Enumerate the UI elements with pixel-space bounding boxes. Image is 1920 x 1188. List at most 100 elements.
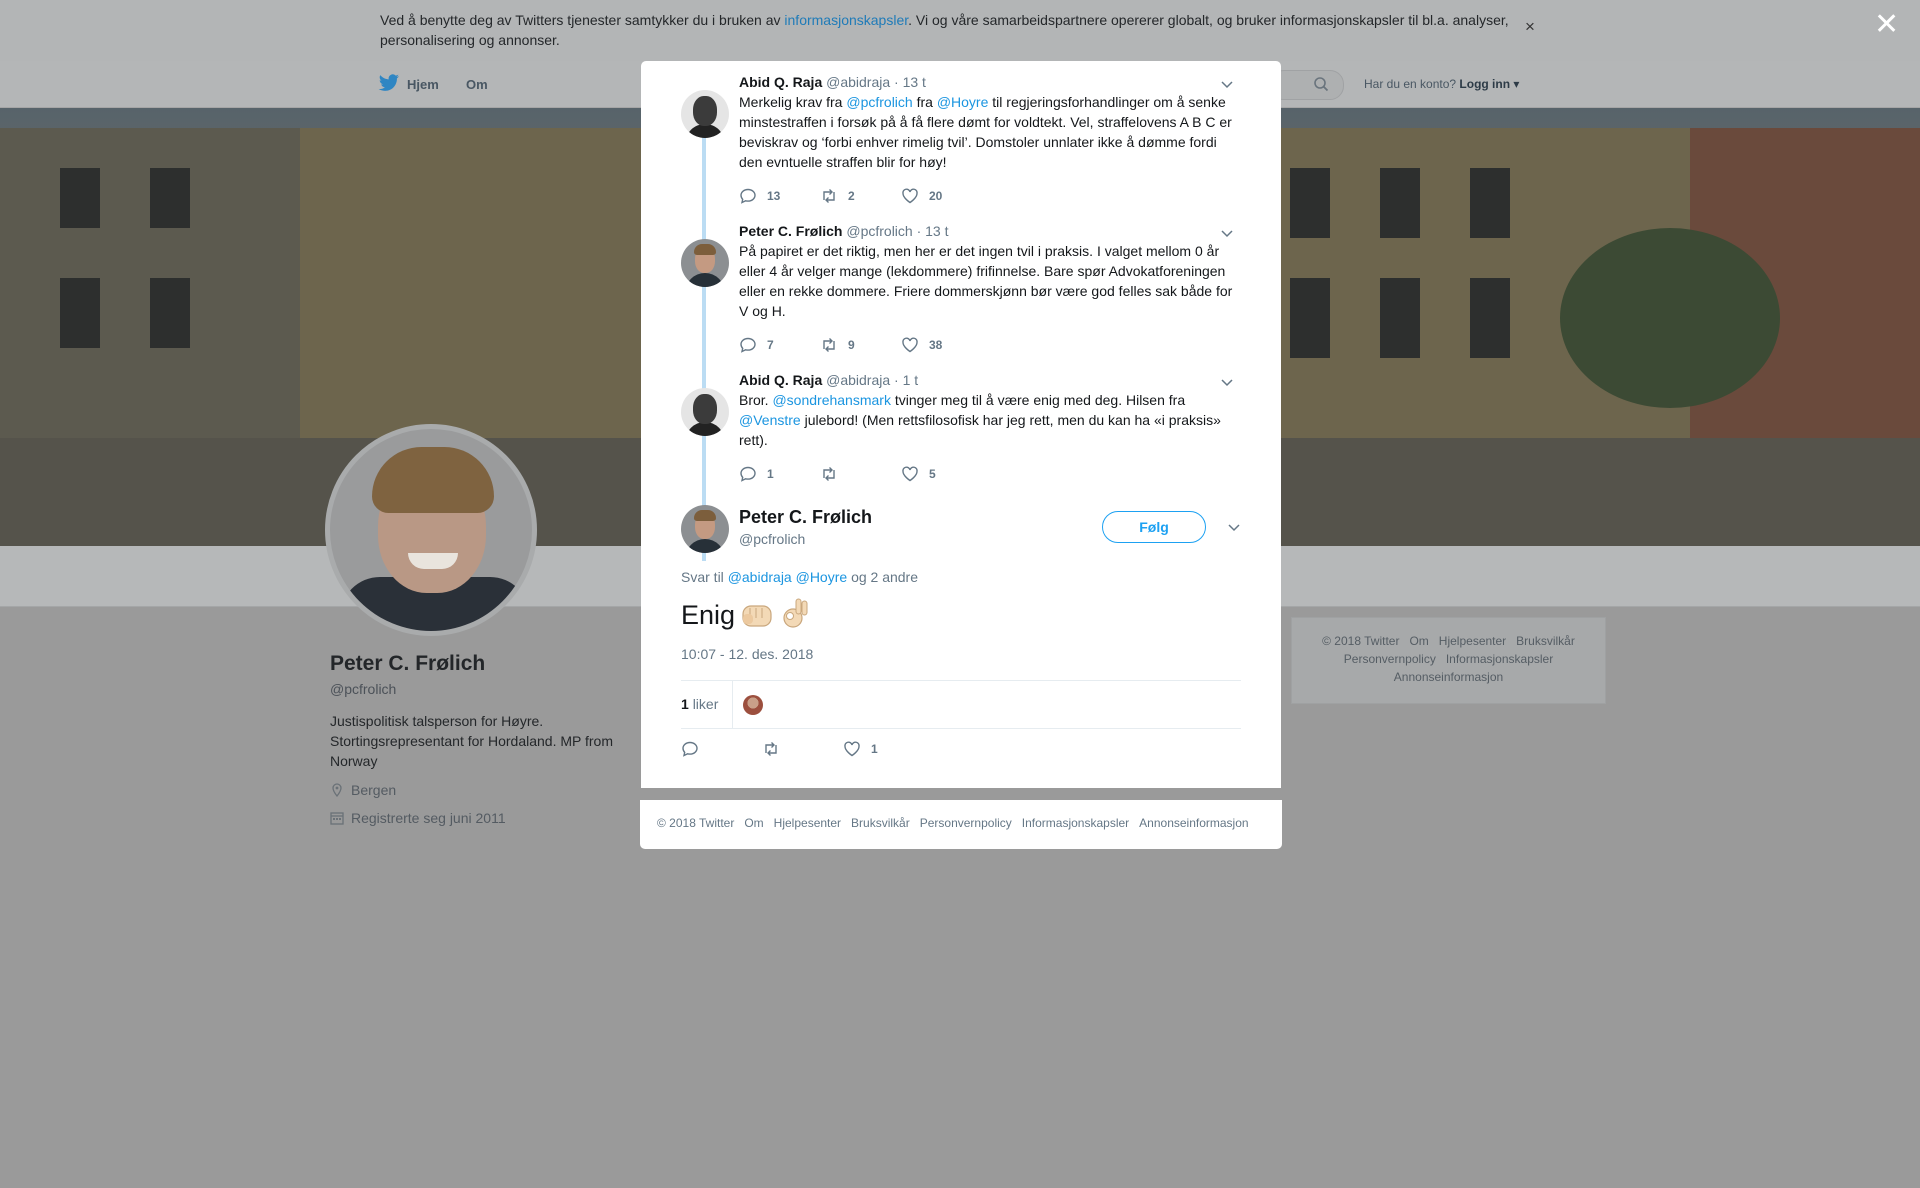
retweet-button[interactable] [820,464,848,484]
tweet-body: Abid Q. Raja @abidraja · 13 t Merkelig k… [739,73,1234,172]
tweet-text-segment: tvinger meg til å være enig med deg. Hil… [890,392,1186,408]
reply-user-link[interactable]: @Hoyre [796,569,848,585]
reply-user-link[interactable]: @abidraja [728,569,792,585]
nav-home[interactable]: Hjem [407,77,439,92]
footer-link[interactable]: Personvernpolicy [1344,652,1436,666]
overlay-close-icon[interactable]: ✕ [1874,8,1899,42]
footer-link[interactable]: Informasjonskapsler [1446,652,1553,666]
cookie-close-icon[interactable]: × [1525,17,1535,37]
heart-icon [902,188,918,204]
chevron-down-icon[interactable] [1220,77,1234,91]
tweet-actions: 7 9 38 [739,335,1039,355]
tweet-time[interactable]: · 13 t [894,74,926,90]
profile-joined: Registrerte seg juni 2011 [330,810,506,826]
profile-name[interactable]: Peter C. Frølich [330,652,485,676]
footer-link[interactable]: Bruksvilkår [1516,634,1575,648]
retweet-button[interactable] [762,739,790,759]
profile-handle[interactable]: @pcfrolich [330,681,396,697]
side-footer-line: © 2018 Twitter Om Hjelpesenter Bruksvilkår [1292,632,1605,650]
tweet-timestamp[interactable]: 10:07 - 12. des. 2018 [681,646,813,662]
mention-link[interactable]: @Hoyre [937,94,989,110]
footer-link[interactable]: Annonseinformasjon [1139,816,1248,830]
mention-link[interactable]: @Venstre [739,412,801,428]
chevron-down-icon[interactable]: ▾ [1510,77,1519,91]
tweet-actions: 13 2 20 [739,186,1039,206]
like-button[interactable]: 38 [901,335,942,355]
profile-avatar[interactable] [325,424,537,636]
avatar[interactable] [681,505,729,553]
tweet-header: Abid Q. Raja @abidraja · 13 t [739,73,1234,91]
focused-tweet-handle[interactable]: @pcfrolich [739,531,805,547]
tweet-actions: 1 5 [739,464,1039,484]
reply-icon [740,337,756,353]
avatar[interactable] [681,90,729,138]
like-button[interactable]: 5 [901,464,936,484]
account-prompt: Har du en konto? Logg inn ▾ [1364,77,1520,91]
footer-link[interactable]: Hjelpesenter [1439,634,1506,648]
chevron-down-icon[interactable] [1220,375,1234,389]
avatar[interactable] [681,239,729,287]
like-button[interactable]: 20 [901,186,942,206]
footer-link[interactable]: Om [1409,634,1428,648]
login-link[interactable]: Logg inn [1459,77,1510,91]
reply-icon [682,741,698,757]
location-pin-icon [332,783,342,797]
retweet-icon [823,189,835,203]
likes-count[interactable]: 1 liker [681,681,734,728]
footer-link[interactable]: Informasjonskapsler [1022,816,1129,830]
avatar[interactable] [681,388,729,436]
tweet-time[interactable]: · 13 t [917,223,949,239]
tweet-author[interactable]: Abid Q. Raja [739,372,822,388]
nav-about[interactable]: Om [466,77,488,92]
footer-link[interactable]: Hjelpesenter [774,816,841,830]
calendar-icon [330,812,344,825]
focused-tweet-text: Enig [681,595,811,635]
mention-link[interactable]: @sondrehansmark [772,392,891,408]
side-footer-line: Personvernpolicy Informasjonskapsler [1292,650,1605,668]
profile-location: Bergen [330,782,396,798]
tweet-modal: Abid Q. Raja @abidraja · 13 t Merkelig k… [641,61,1281,788]
cookie-banner-text: Ved å benytte deg av Twitters tjenester … [380,12,1509,48]
footer-link[interactable]: Personvernpolicy [920,816,1012,830]
tweet-text-segment: fra [912,94,937,110]
reply-button[interactable]: 13 [739,186,780,206]
tweet-header: Abid Q. Raja @abidraja · 1 t [739,371,1234,389]
search-icon[interactable] [1313,76,1329,92]
like-button[interactable]: 1 [843,739,878,759]
retweet-button[interactable]: 9 [820,335,855,355]
tweet-handle[interactable]: @abidraja [826,372,890,388]
retweet-icon [823,338,835,352]
tweet-text: På papiret er det riktig, men her er det… [739,241,1234,321]
reply-icon [740,466,756,482]
footer-link[interactable]: Om [744,816,763,830]
side-footer-line: Annonseinformasjon [1292,668,1605,686]
reply-button[interactable]: 7 [739,335,774,355]
tweet-author[interactable]: Peter C. Frølich [739,223,842,239]
footer-link[interactable]: Bruksvilkår [851,816,910,830]
focused-tweet-actions: 1 [681,739,1081,759]
twitter-bird-icon[interactable] [378,74,400,92]
footer-link[interactable]: © 2018 Twitter [657,816,734,830]
modal-footer: © 2018 Twitter Om Hjelpesenter Bruksvilkår P… [640,800,1282,849]
footer-link[interactable]: Annonseinformasjon [1394,670,1503,684]
retweet-button[interactable]: 2 [820,186,855,206]
footer-link[interactable]: © 2018 Twitter [1322,634,1399,648]
tweet-handle[interactable]: @pcfrolich [846,223,912,239]
search-input[interactable] [1270,70,1344,100]
mention-link[interactable]: @pcfrolich [846,94,912,110]
reply-icon [740,188,756,204]
chevron-down-icon[interactable] [1227,520,1241,534]
tweet-author[interactable]: Abid Q. Raja [739,74,822,90]
liker-avatar[interactable] [743,695,763,715]
tweet-time[interactable]: · 1 t [894,372,918,388]
ok-hand-emoji-icon [783,598,808,628]
tweet-handle[interactable]: @abidraja [826,74,890,90]
reply-button[interactable] [681,739,709,759]
reply-button[interactable]: 1 [739,464,774,484]
cookie-info-link[interactable]: informasjonskapsler [784,12,908,28]
chevron-down-icon[interactable] [1220,226,1234,240]
tweet-text-segment: julebord! (Men rettsfilosofisk har jeg r… [739,412,1221,448]
focused-tweet-author[interactable]: Peter C. Frølich [739,507,872,528]
tweet-text-segment: Bror. [739,392,773,408]
follow-button[interactable]: Følg [1102,511,1206,543]
